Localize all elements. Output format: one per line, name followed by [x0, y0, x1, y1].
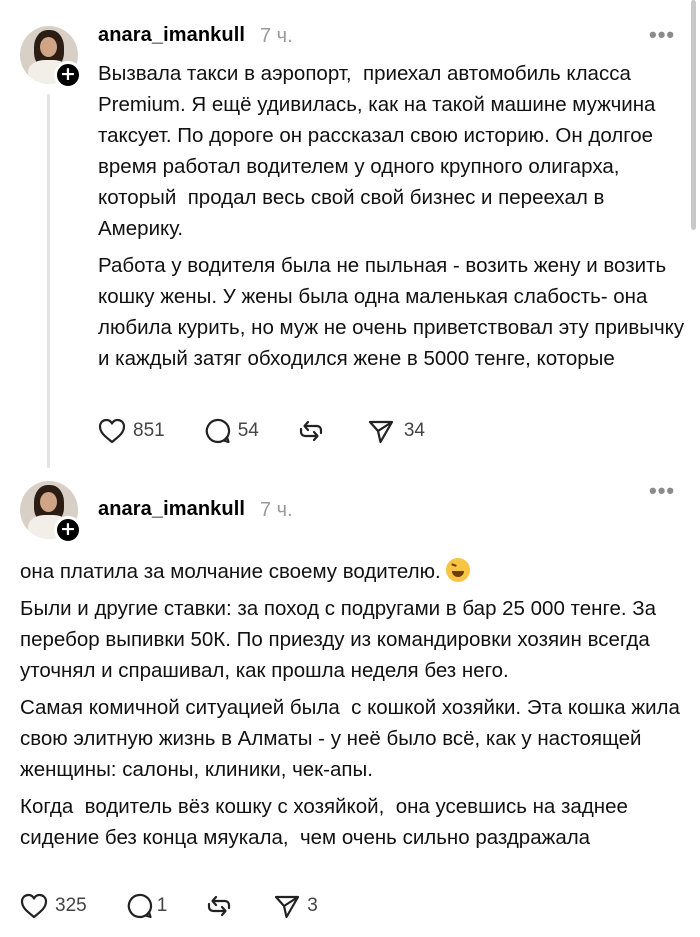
- post-time: 7 ч.: [260, 499, 293, 521]
- post-actions: 325 1 3: [20, 891, 318, 921]
- share-button[interactable]: 3: [273, 892, 318, 920]
- share-button[interactable]: 34: [367, 417, 425, 445]
- repost-button[interactable]: [297, 417, 325, 445]
- post-paragraph: Были и другие ставки: за поход с подруга…: [20, 597, 662, 682]
- post-paragraph: Самая комичной ситуацией была с кошкой х…: [20, 696, 686, 781]
- share-send-icon: [368, 420, 393, 444]
- repost-icon: [208, 895, 231, 917]
- heart-icon: [20, 893, 48, 919]
- post-body: Вызвала такси в аэропорт, приехал автомо…: [98, 58, 688, 380]
- likes-count: 851: [133, 420, 165, 441]
- share-send-icon: [275, 895, 300, 919]
- post-paragraph: Вызвала такси в аэропорт, приехал автомо…: [98, 62, 662, 240]
- comment-bubble-icon: [127, 893, 152, 919]
- post-first-line: она платила за молчание своему водителю.: [20, 560, 441, 583]
- post-paragraph: она платила за молчание своему водителю.: [20, 556, 690, 587]
- more-options-icon[interactable]: •••: [649, 478, 675, 504]
- comment-button[interactable]: 54: [203, 417, 259, 445]
- post-paragraph: Когда водитель вёз кошку с хозяйкой, она…: [20, 795, 634, 849]
- shares-count: 3: [307, 895, 318, 916]
- like-button[interactable]: 851: [98, 418, 165, 444]
- thread-line: [47, 94, 50, 468]
- post-body: она платила за молчание своему водителю.…: [20, 556, 690, 859]
- scrollbar[interactable]: [691, 0, 696, 230]
- more-options-icon[interactable]: •••: [649, 22, 675, 48]
- like-button[interactable]: 325: [20, 893, 87, 919]
- post-actions: 851 54 34: [98, 416, 425, 446]
- username[interactable]: anara_imankull: [98, 24, 245, 47]
- likes-count: 325: [55, 895, 87, 916]
- comments-count: 1: [156, 895, 168, 916]
- follow-plus-icon[interactable]: +: [54, 61, 82, 89]
- comments-count: 54: [237, 420, 259, 441]
- follow-plus-icon[interactable]: +: [54, 516, 82, 544]
- post-time: 7 ч.: [260, 25, 293, 47]
- post-paragraph: Работа у водителя была не пыльная - вози…: [98, 254, 690, 370]
- repost-button[interactable]: [205, 892, 233, 920]
- comment-bubble-icon: [205, 418, 230, 444]
- username[interactable]: anara_imankull: [98, 498, 245, 521]
- heart-icon: [98, 418, 126, 444]
- shares-count: 34: [403, 420, 425, 441]
- comment-button[interactable]: 1: [125, 892, 168, 920]
- repost-icon: [299, 420, 322, 442]
- grinning-squinting-face-emoji-icon: [446, 558, 471, 582]
